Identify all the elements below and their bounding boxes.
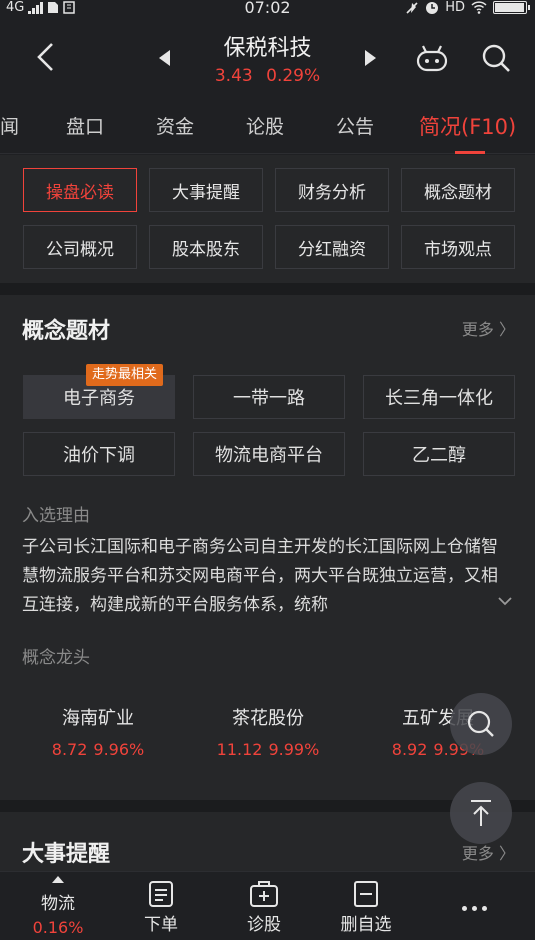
search-icon [467,710,494,737]
subnav-trading-essentials[interactable]: 操盘必读 [23,168,137,212]
chevron-right-icon: 〉 [498,320,515,339]
alarm-icon [426,1,439,14]
subnav-financial-analysis[interactable]: 财务分析 [275,168,389,212]
events-more-label: 更多 [461,844,494,863]
back-to-top-button[interactable] [450,782,512,844]
concept-more-label: 更多 [461,320,494,339]
search-icon[interactable] [480,42,512,74]
leader-stock-name: 茶花股份 [232,708,304,729]
concept-chip[interactable]: 物流电商平台 [193,432,345,476]
more-menu-icon[interactable] [462,906,487,911]
order-form-icon [149,881,173,907]
tab-announcements[interactable]: 公告 [336,112,374,139]
active-tab-indicator [455,151,485,154]
concept-section-title: 概念题材 [22,319,111,344]
concept-more-link[interactable]: 更多 〉 [462,316,515,340]
leader-stock-name: 海南矿业 [62,708,134,729]
arrow-up-to-top-icon [471,800,491,826]
remove-watchlist-button[interactable]: 删自选 [326,880,406,935]
concept-chip[interactable]: 乙二醇 [363,432,515,476]
bottom-toolbar: 物流 0.16% 下单 诊股 删自选 [0,871,535,940]
concept-chip[interactable]: 一带一路 [193,375,345,419]
tab-order-book[interactable]: 盘口 [66,112,104,139]
leader-stock-pct: 9.99% [268,740,320,759]
tab-funds[interactable]: 资金 [156,112,194,139]
hd-label: HD [445,0,465,15]
sector-name: 物流 [41,894,75,914]
leader-stock[interactable]: 茶花股份 11.12 9.99% [193,704,343,759]
leader-stock-pct: 9.96% [93,740,145,759]
stock-name: 保税科技 [223,36,312,61]
stock-change-pct: 0.29% [266,66,321,86]
leader-stock-price: 8.92 [391,740,428,759]
remove-square-icon [354,881,378,907]
subnav-dividends[interactable]: 分红融资 [275,225,389,269]
tab-discussion[interactable]: 论股 [246,112,284,139]
caret-up-icon [52,876,64,883]
leader-stock[interactable]: 海南矿业 8.72 9.96% [23,704,173,759]
next-stock-icon[interactable] [365,50,376,66]
remove-watchlist-label: 删自选 [340,915,392,935]
expand-chevron-icon[interactable] [496,594,514,608]
battery-icon [493,1,530,14]
concept-chip[interactable]: 油价下调 [23,432,175,476]
events-section-title: 大事提醒 [22,842,111,867]
stock-header: 保税科技 3.43 0.29% [0,18,535,98]
concept-chip[interactable]: 长三角一体化 [363,375,515,419]
subnav-shareholders[interactable]: 股本股东 [149,225,263,269]
medical-kit-icon [250,881,278,907]
diagnose-stock-button[interactable]: 诊股 [224,880,304,935]
subnav-major-events[interactable]: 大事提醒 [149,168,263,212]
stock-price: 3.43 [214,66,253,86]
tab-f10-profile[interactable]: 简况(F10) [419,111,516,141]
sector-change-pct: 0.16% [32,918,84,937]
subnav-concepts[interactable]: 概念题材 [401,168,515,212]
chevron-right-icon: 〉 [498,844,515,863]
selection-reason-label: 入选理由 [22,506,90,526]
concept-leaders-label: 概念龙头 [22,648,90,668]
place-order-button[interactable]: 下单 [121,880,201,935]
selection-reason-text: 子公司长江国际和电子商务公司自主开发的长江国际网上仓储智慧物流服务平台和苏交网电… [22,537,498,615]
diagnose-stock-label: 诊股 [247,915,281,935]
tab-bar: 闻 盘口 资金 论股 公告 简况(F10) [0,98,535,154]
mute-icon [406,1,418,14]
robot-assistant-icon[interactable] [414,40,450,76]
f10-subnav: 操盘必读 大事提醒 财务分析 概念题材 公司概况 股本股东 分红融资 市场观点 [0,155,535,283]
place-order-label: 下单 [144,915,178,935]
status-bar: 4G 07:02 HD [0,0,535,18]
sector-quote[interactable]: 物流 0.16% [18,876,98,937]
tab-news[interactable]: 闻 [0,112,19,139]
wifi-icon [471,1,487,14]
section-divider [0,283,535,295]
stock-quote: 3.43 0.29% [0,66,535,86]
subnav-market-views[interactable]: 市场观点 [401,225,515,269]
subnav-company-overview[interactable]: 公司概况 [23,225,137,269]
floating-search-button[interactable] [450,693,512,755]
leader-stock-price: 11.12 [216,740,263,759]
most-correlated-badge: 走势最相关 [86,364,164,386]
events-more-link[interactable]: 更多 〉 [462,840,515,864]
leader-stock-price: 8.72 [51,740,88,759]
